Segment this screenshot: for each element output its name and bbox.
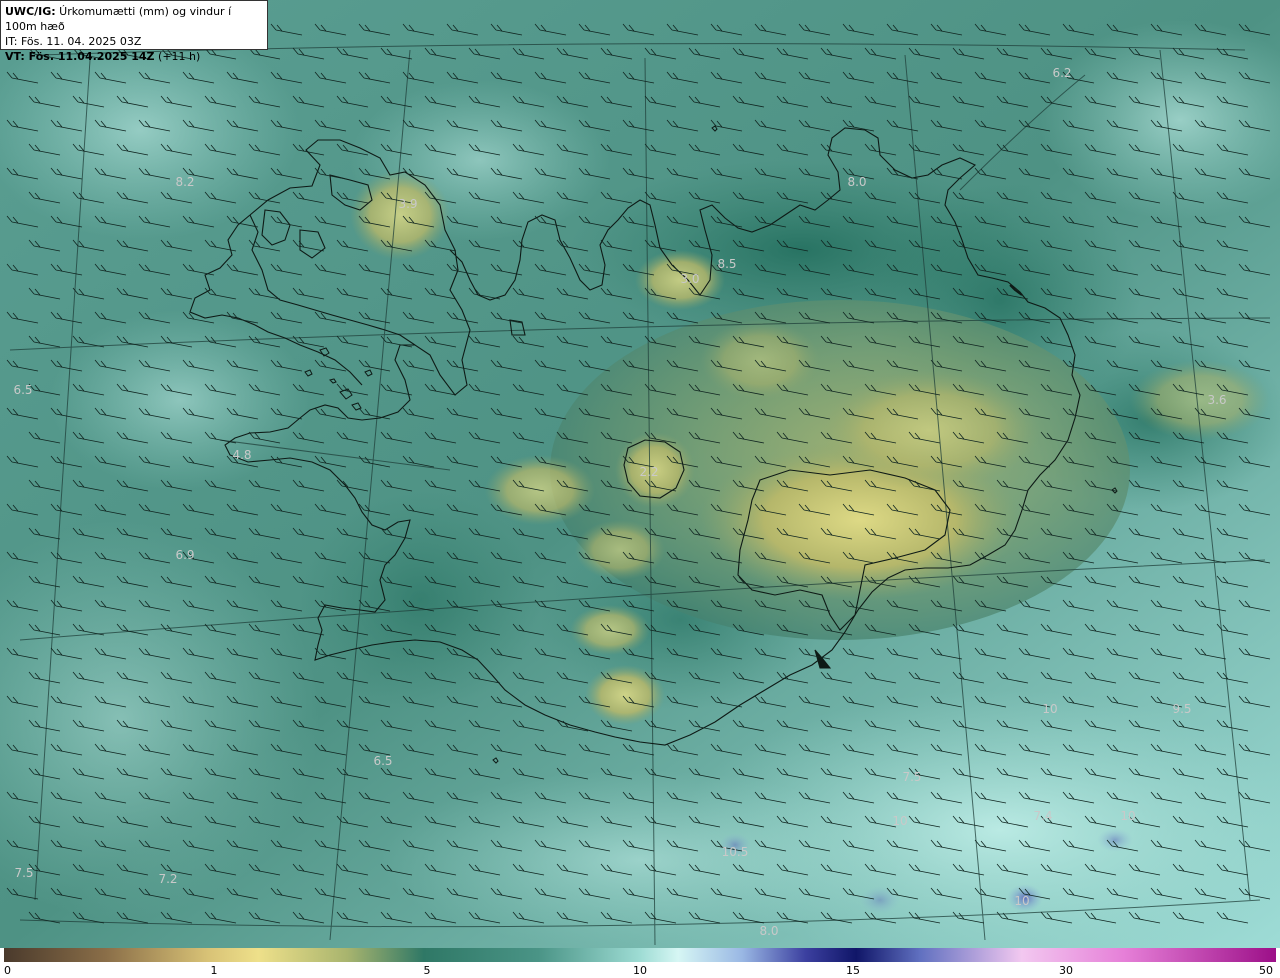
colorbar-label: 50 bbox=[1259, 964, 1273, 977]
valid-time: VT: Fös. 11.04.2025 14Z (+11 h) bbox=[5, 50, 201, 63]
value-label: 2.2 bbox=[639, 465, 658, 479]
value-label: 7.4 bbox=[1033, 809, 1052, 823]
forecast-info-box: UWC/IG: Úrkomumætti (mm) og vindur í 100… bbox=[0, 0, 268, 63]
value-label: 4.8 bbox=[232, 448, 251, 462]
value-label: 9.5 bbox=[1172, 702, 1191, 716]
precip-colorbar: 0 1 5 10 15 30 50 bbox=[0, 948, 1280, 978]
product-title: UWC/IG: Úrkomumætti (mm) og vindur í 100… bbox=[5, 5, 232, 33]
value-label: 7.2 bbox=[158, 872, 177, 886]
value-label: 3.6 bbox=[1207, 393, 1226, 407]
value-label: 10 bbox=[1014, 894, 1029, 908]
colorbar-gradient bbox=[4, 948, 1276, 962]
value-label: 8.5 bbox=[717, 257, 736, 271]
value-label: 10 bbox=[1120, 809, 1135, 823]
value-label: 6.5 bbox=[13, 383, 32, 397]
colorbar-label: 30 bbox=[1059, 964, 1073, 977]
colorbar-label: 1 bbox=[210, 964, 218, 977]
colorbar-label: 15 bbox=[846, 964, 860, 977]
value-label: 6.5 bbox=[373, 754, 392, 768]
value-label: 10.5 bbox=[722, 845, 749, 859]
value-label: 7.5 bbox=[902, 770, 921, 784]
initial-time: IT: Fös. 11. 04. 2025 03Z bbox=[5, 35, 142, 48]
value-label: 8.2 bbox=[175, 175, 194, 189]
forecast-map[interactable]: 6.2 8.2 3.9 8.0 3.0 8.5 6.5 3.6 4.8 2.2 … bbox=[0, 0, 1280, 948]
value-label: 10 bbox=[892, 814, 907, 828]
value-label: 8.0 bbox=[847, 175, 866, 189]
value-label: 10 bbox=[1042, 702, 1057, 716]
value-label: 6.9 bbox=[175, 548, 194, 562]
value-label: 8.0 bbox=[759, 924, 778, 938]
colorbar-label: 0 bbox=[4, 964, 11, 977]
value-label: 6.2 bbox=[1052, 66, 1071, 80]
value-label: 3.0 bbox=[680, 272, 699, 286]
value-label: 3.9 bbox=[398, 197, 417, 211]
colorbar-label: 10 bbox=[633, 964, 647, 977]
colorbar-label: 5 bbox=[423, 964, 431, 977]
value-label: 7.5 bbox=[14, 866, 33, 880]
